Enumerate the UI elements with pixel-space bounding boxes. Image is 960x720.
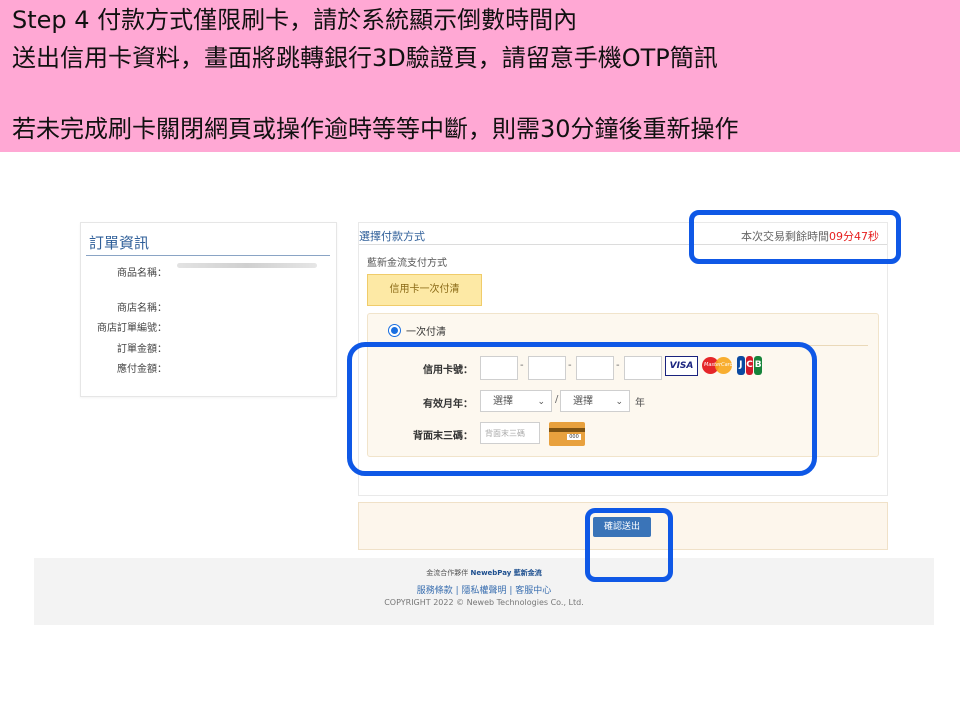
footer-partner-prefix: 金流合作夥伴 — [426, 569, 469, 577]
confirm-button-highlight-annotation — [585, 508, 673, 582]
order-amount-label: 訂單金額： — [117, 344, 167, 355]
order-info-divider — [86, 255, 330, 256]
instruction-line-2: 送出信用卡資料，畫面將跳轉銀行3D驗證頁，請留意手機OTP簡訊 — [12, 44, 718, 72]
instruction-line-3: 若未完成刷卡關閉網頁或操作逾時等等中斷，則需30分鐘後重新操作 — [12, 115, 739, 143]
footer-copyright: COPYRIGHT 2022 © Neweb Technologies Co.,… — [384, 598, 584, 607]
card-form-highlight-annotation — [347, 342, 817, 476]
full-payment-option-label: 一次付清 — [406, 327, 446, 338]
product-name-value-blurred — [177, 263, 317, 268]
full-payment-option[interactable]: 一次付清 — [388, 323, 446, 338]
order-info-title: 訂單資訊 — [89, 234, 150, 252]
footer-partner: 金流合作夥伴 NewebPay 藍新金流 — [34, 568, 934, 578]
radio-selected-icon[interactable] — [388, 324, 401, 337]
payable-amount-label: 應付金額： — [117, 364, 167, 375]
product-name-label: 商品名稱： — [117, 268, 167, 279]
credit-card-full-payment-tab[interactable]: 信用卡一次付清 — [367, 274, 482, 306]
footer-links[interactable]: 服務條款 | 隱私權聲明 | 客服中心 — [34, 583, 934, 596]
instruction-banner: Step 4 付款方式僅限刷卡，請於系統顯示倒數時間內 送出信用卡資料，畫面將跳… — [0, 0, 960, 152]
newebpay-logo: NewebPay 藍新金流 — [470, 569, 542, 577]
timer-highlight-annotation — [689, 210, 901, 264]
payment-provider-subtitle: 藍新金流支付方式 — [367, 258, 447, 269]
instruction-line-1: Step 4 付款方式僅限刷卡，請於系統顯示倒數時間內 — [12, 6, 578, 34]
payment-method-title: 選擇付款方式 — [359, 230, 425, 243]
store-name-label: 商店名稱： — [117, 303, 167, 314]
store-order-number-label: 商店訂單編號： — [97, 323, 167, 334]
order-info-panel: 訂單資訊 商品名稱： 商店名稱： 商店訂單編號： 訂單金額： 應付金額： — [80, 222, 337, 397]
page-footer: 金流合作夥伴 NewebPay 藍新金流 服務條款 | 隱私權聲明 | 客服中心… — [34, 558, 934, 625]
